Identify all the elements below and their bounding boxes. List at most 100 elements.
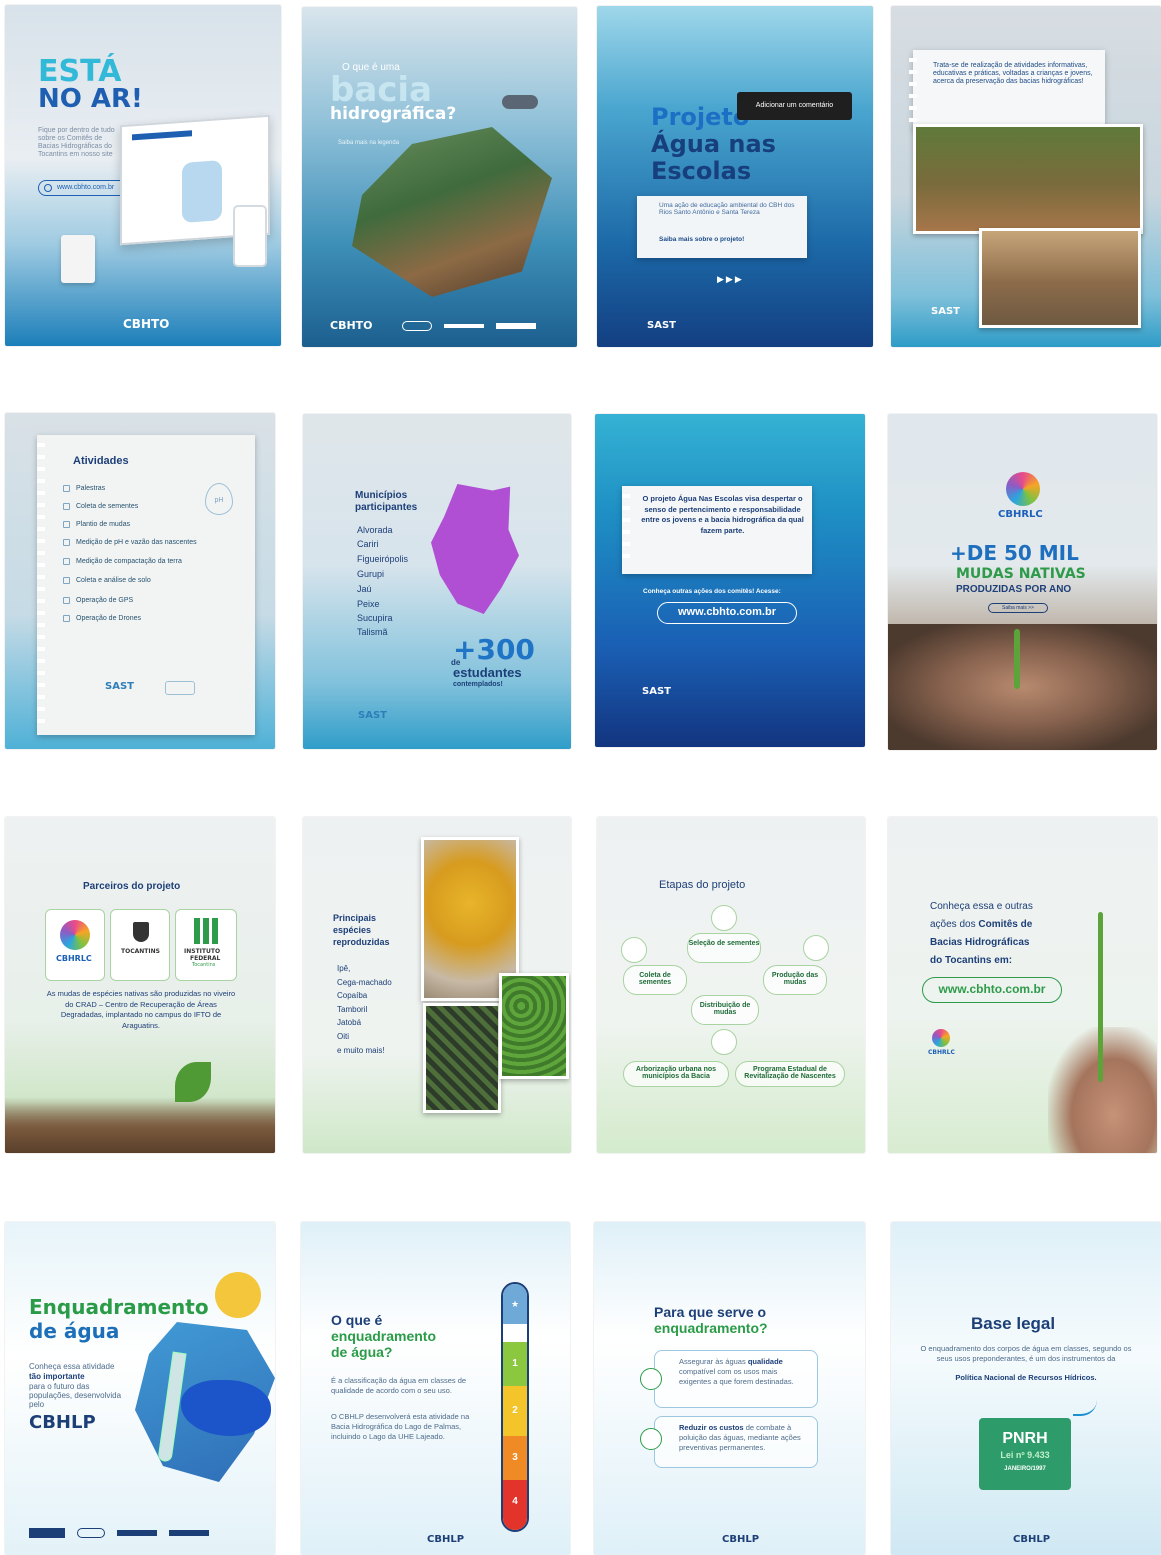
terrain-block (352, 127, 552, 297)
post-card-para-que-serve[interactable]: Para que serve o enquadramento? Assegura… (594, 1222, 865, 1555)
logo-cbhlp: CBHLP (427, 1534, 465, 1545)
class-1: 1 (503, 1342, 527, 1386)
body-line-2: tão importante (29, 1372, 85, 1381)
step-box-producao: Produção das mudas (763, 965, 827, 995)
stat-line-2: MUDAS NATIVAS (956, 566, 1086, 582)
checkbox-icon (63, 485, 70, 492)
step-hand-icon (621, 937, 647, 963)
url-pill[interactable]: www.cbhto.com.br (657, 602, 797, 624)
especie-item: e muito mais! (337, 1046, 385, 1055)
stat-label-2: contemplados! (453, 681, 503, 688)
doc-title: PNRH (1002, 1430, 1048, 1447)
checkbox-icon (63, 503, 70, 510)
especie-item: Jatobá (337, 1018, 362, 1027)
activity-item: Operação de GPS (63, 597, 133, 604)
post-card-atividades-intro[interactable]: Trata-se de realização de atividades inf… (891, 6, 1161, 347)
sun-icon (215, 1272, 261, 1318)
subtitle: Saiba mais na legenda (338, 140, 400, 146)
post-card-especies[interactable]: Principais espécies reproduzidas Ipê, Ce… (303, 817, 571, 1153)
municipio-item: Gurupi (357, 569, 385, 579)
step-box-programa: Programa Estadual de Revitalização de Na… (735, 1061, 845, 1087)
checkbox-icon (63, 558, 70, 565)
checkbox-icon (63, 577, 70, 584)
activity-item: Operação de Drones (63, 615, 141, 622)
title-line-1: Para que serve o (654, 1304, 767, 1320)
municipio-item: Jaú (357, 584, 372, 594)
municipio-item: Talismã (357, 627, 388, 637)
post-card-parceiros[interactable]: Parceiros do projeto CBHRLC TOCANTINS IN… (5, 817, 275, 1153)
title-line-2: de água (29, 1319, 120, 1343)
base-legal-body-1: O enquadramento dos corpos de água em cl… (920, 1344, 1132, 1364)
activity-item: Palestras (63, 485, 105, 492)
info-note: O projeto Água Nas Escolas visa desperta… (622, 486, 812, 574)
note-text: O projeto Água Nas Escolas visa desperta… (641, 494, 804, 535)
municipios-title-1: Municípios (355, 490, 408, 501)
logo-sast: SAST (358, 710, 387, 721)
title-escolas: Escolas (651, 157, 752, 185)
municipio-item: Peixe (357, 599, 380, 609)
seedlings-photo (499, 973, 569, 1079)
intro-text: Trata-se de realização de atividades inf… (933, 62, 1093, 86)
step-box-distribuicao: Distribuição de mudas (691, 995, 759, 1025)
cbhrlc-logo-icon (60, 920, 90, 950)
step-pots-icon (803, 935, 829, 961)
class-3: 3 (503, 1436, 527, 1480)
post-card-esta-no-ar[interactable]: ESTÁ NO AR! Fique por dentro de tudo sob… (5, 5, 281, 346)
especie-item: Cega-machado (337, 978, 392, 987)
title-agua-nas: Água nas (651, 130, 776, 158)
title-projeto: Projeto (651, 103, 750, 131)
checkbox-icon (63, 521, 70, 528)
partner-card-cbhrlc: CBHRLC (45, 909, 105, 981)
question-3: de água? (331, 1344, 393, 1360)
activity-item: Medição de compactação da terra (63, 558, 182, 565)
post-card-etapas[interactable]: Etapas do projeto Seleção de sementes Pr… (597, 817, 865, 1153)
especies-title-1: Principais (333, 913, 377, 923)
body-line-1: Conheça essa atividade (29, 1362, 115, 1371)
post-card-base-legal[interactable]: Base legal O enquadramento dos corpos de… (891, 1222, 1161, 1555)
hands-planting-photo (888, 624, 1157, 750)
comment-tooltip[interactable]: Adicionar um comentário (737, 92, 852, 120)
arrow-icon (1073, 1400, 1097, 1416)
post-card-bacia[interactable]: O que é uma bacia hidrográfica? Saiba ma… (302, 7, 577, 347)
post-card-municipios[interactable]: Municípios participantes Alvorada Cariri… (303, 414, 571, 749)
more-link[interactable]: Saiba mais >> (988, 603, 1048, 613)
group-photo-1 (913, 124, 1143, 234)
post-card-atividades[interactable]: Atividades Palestras Coleta de sementes … (5, 413, 275, 749)
municipio-item: Cariri (357, 539, 379, 549)
logo-cbhto: CBHTO (330, 319, 373, 332)
phone-mockup (233, 205, 267, 267)
body-line-3: para o futuro das populações, desenvolvi… (29, 1382, 122, 1410)
stat-line-1: +DE 50 MIL (950, 541, 1079, 565)
note-link[interactable]: Saiba mais sobre o projeto! (659, 236, 744, 243)
conheca-line-4: do Tocantins em: (930, 955, 1013, 966)
conheca-line-3: Bacias Hidrográficas (930, 937, 1030, 948)
step-box-coleta: Coleta de sementes (623, 965, 687, 995)
seedlings-photo (5, 1097, 275, 1153)
doc-date: JANEIRO/1997 (1004, 1466, 1046, 1472)
post-card-agua-escolas[interactable]: Projeto Água nas Escolas Adicionar um co… (597, 6, 873, 347)
url-pill[interactable]: www.cbhto.com.br (922, 977, 1062, 1003)
step-box-arborizacao: Arborização urbana nos municípios da Bac… (623, 1061, 729, 1087)
search-icon (44, 184, 52, 192)
post-card-conheca[interactable]: Conheça essa e outras ações dos Comitês … (888, 817, 1157, 1153)
post-card-enquadramento[interactable]: Enquadramento de água Conheça essa ativi… (5, 1222, 275, 1555)
question-1: O que é (331, 1312, 383, 1328)
especie-item: Oiti (337, 1032, 349, 1041)
title-line-1: Enquadramento (29, 1295, 209, 1319)
post-card-o-que-e[interactable]: O que é enquadramento de água? É a class… (301, 1222, 570, 1555)
pen-cup (61, 235, 95, 283)
doc-law: Lei nº 9.433 (1000, 1450, 1050, 1460)
class-4: 4 (503, 1480, 527, 1530)
logo-cbhlp: CBHLP (722, 1534, 760, 1545)
partner-card-if: INSTITUTO FEDERAL Tocantins (175, 909, 237, 981)
cbhrlc-logo-icon (1006, 472, 1040, 506)
info-note: Uma ação de educação ambiental do CBH do… (637, 196, 807, 258)
municipio-item: Figueirópolis (357, 554, 409, 564)
stat-line-3: PRODUZIDAS POR ANO (956, 584, 1072, 595)
logo-sast: SAST (105, 681, 134, 692)
url-pill[interactable]: www.cbhto.com.br (38, 180, 128, 196)
post-card-agua-escolas-2[interactable]: O projeto Água Nas Escolas visa desperta… (595, 414, 865, 747)
post-card-mudas[interactable]: CBHRLC +DE 50 MIL MUDAS NATIVAS PRODUZID… (888, 414, 1157, 750)
logo-sast: SAST (931, 306, 960, 317)
logo-cbhto: CBHTO (123, 317, 170, 331)
